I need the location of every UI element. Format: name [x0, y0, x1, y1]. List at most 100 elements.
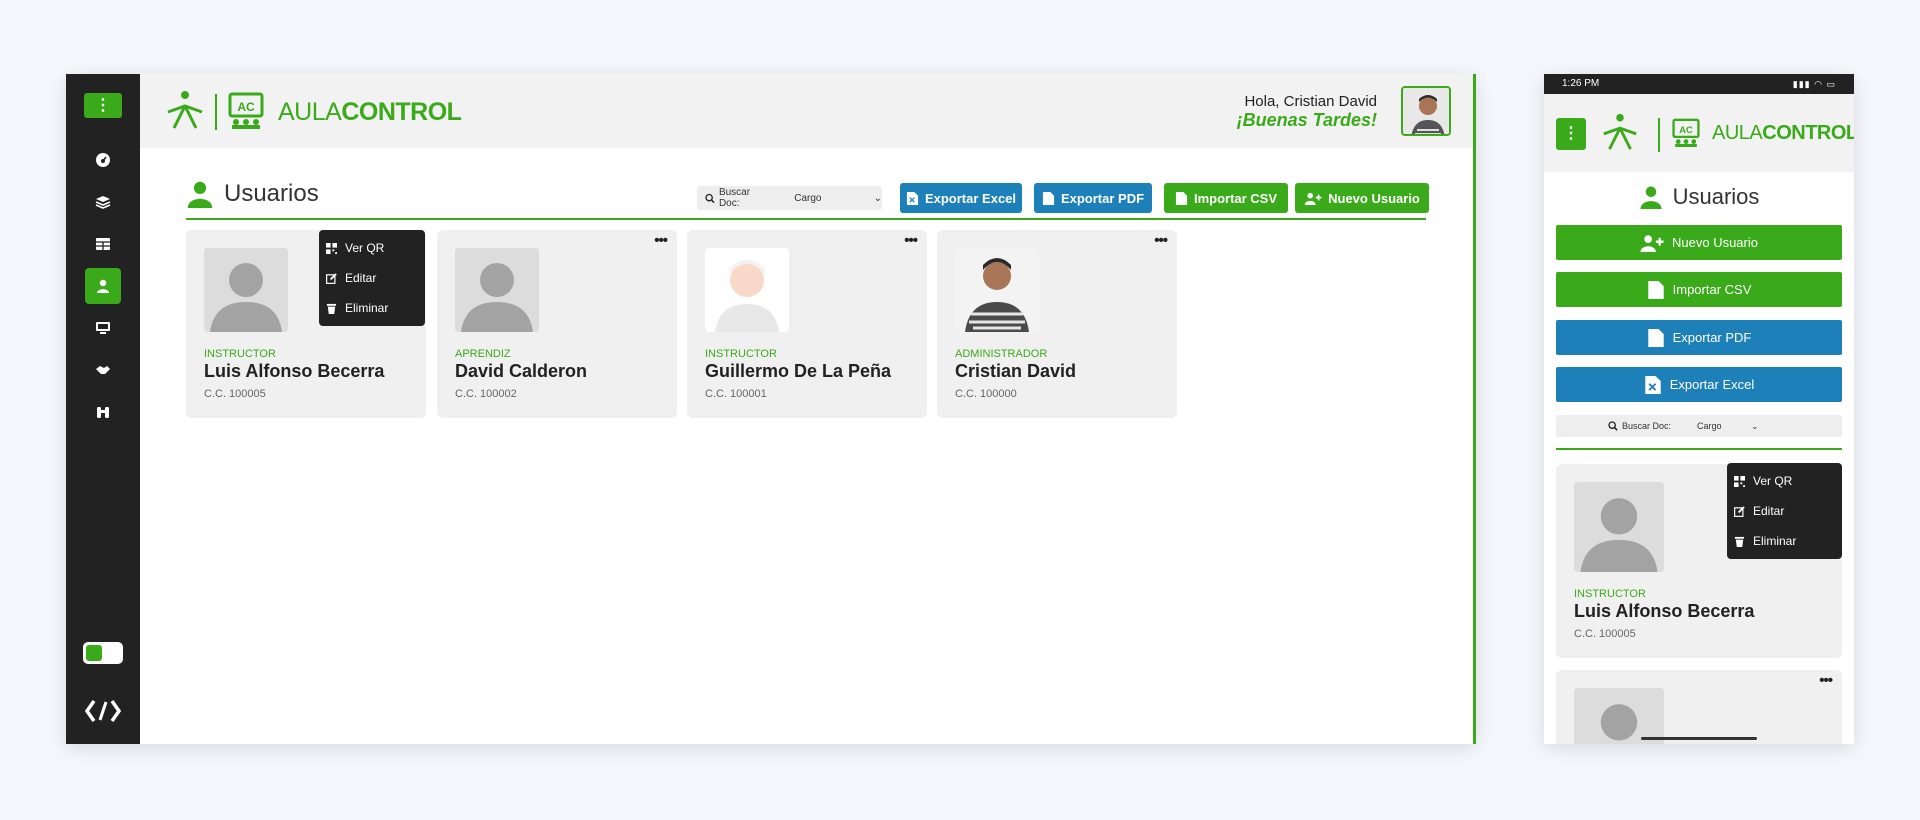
user-doc: C.C. 100005 — [204, 388, 266, 400]
mobile-window: 1:26 PM ▮▮▮ ◠ ▭ ⋮ AC AULACONTROL Usuario… — [1544, 74, 1854, 744]
page-title-text: Usuarios — [1672, 184, 1760, 209]
user-photo — [1574, 688, 1664, 744]
user-photo — [955, 248, 1039, 332]
context-menu-item-edit[interactable]: Editar — [1727, 496, 1842, 526]
new-user-button[interactable]: Nuevo Usuario — [1556, 225, 1842, 260]
more-options-icon[interactable]: ••• — [904, 232, 918, 249]
pdf-file-icon — [1042, 191, 1055, 205]
user-card[interactable]: ••• — [1556, 670, 1842, 744]
search-icon — [1608, 421, 1618, 431]
user-card[interactable]: ••• INSTRUCTOR Guillermo De La Peña C.C.… — [687, 230, 927, 418]
sidebar-item-monitor[interactable] — [85, 310, 121, 346]
default-avatar-icon — [1574, 688, 1664, 744]
user-role: APRENDIZ — [455, 348, 511, 360]
qr-icon — [326, 242, 337, 254]
sena-logo-icon — [1603, 113, 1637, 150]
user-photo — [1574, 482, 1664, 572]
edit-icon — [1734, 505, 1745, 517]
excel-file-icon — [906, 191, 919, 205]
sidebar-menu-button[interactable]: ⋮ — [84, 93, 122, 118]
sidebar-item-binoculars[interactable] — [85, 394, 121, 430]
ac-mark: AC — [1679, 125, 1693, 135]
gear-icon — [86, 645, 102, 661]
desktop-window: ⋮ AC AULACONTROL Hola, Cristian David ¡B… — [66, 74, 1476, 744]
page-title: Usuarios — [1544, 184, 1854, 210]
sidebar-item-dashboard[interactable] — [85, 142, 121, 178]
sidebar-item-users[interactable] — [85, 268, 121, 304]
user-card[interactable]: ••• ADMINISTRADOR Cristian David C.C. 10… — [937, 230, 1177, 418]
import-csv-button[interactable]: Importar CSV — [1164, 183, 1288, 213]
avatar-photo — [1403, 88, 1449, 134]
user-icon — [1640, 186, 1662, 209]
user-icon — [97, 279, 109, 293]
add-user-icon — [1640, 234, 1664, 252]
greeting: Hola, Cristian David ¡Buenas Tardes! — [1237, 93, 1377, 131]
csv-file-icon — [1175, 191, 1188, 205]
excel-file-icon — [1645, 375, 1661, 394]
export-pdf-button[interactable]: Exportar PDF — [1556, 320, 1842, 355]
page-header: Usuarios Buscar Doc: Cargo ⌄ Exportar Ex… — [186, 178, 1429, 220]
filter-select[interactable]: Cargo — [794, 193, 857, 204]
qr-icon — [1734, 475, 1745, 487]
chevron-down-icon: ⌄ — [1751, 420, 1759, 431]
context-menu-item-delete[interactable]: Eliminar — [1727, 526, 1842, 556]
page-title: Usuarios — [186, 180, 319, 208]
brand-wordmark: AULACONTROL — [278, 98, 462, 126]
layers-icon — [95, 196, 111, 209]
user-doc: C.C. 100005 — [1574, 628, 1636, 640]
logo-separator — [1658, 118, 1660, 152]
status-bar: 1:26 PM ▮▮▮ ◠ ▭ — [1544, 74, 1854, 94]
avatar[interactable] — [1401, 86, 1451, 136]
more-options-icon[interactable]: ••• — [654, 232, 668, 249]
context-menu-item-delete[interactable]: Eliminar — [319, 293, 425, 323]
user-role: ADMINISTRADOR — [955, 348, 1048, 360]
more-options-icon[interactable]: ••• — [1819, 672, 1833, 689]
export-excel-button[interactable]: Exportar Excel — [1556, 367, 1842, 402]
sidebar-item-table[interactable] — [85, 226, 121, 262]
brand-wordmark: AULACONTROL — [1712, 122, 1854, 144]
search-filter[interactable]: Buscar Doc: Cargo ⌄ — [697, 186, 882, 210]
user-role: INSTRUCTOR — [705, 348, 777, 360]
binoculars-icon — [97, 407, 109, 418]
export-excel-button[interactable]: Exportar Excel — [900, 183, 1022, 213]
user-doc: C.C. 100002 — [455, 388, 517, 400]
user-name: Guillermo De La Peña — [705, 361, 892, 381]
user-photo-image — [955, 248, 1039, 332]
context-menu: Ver QR Editar Eliminar — [319, 230, 425, 326]
sidebar-item-handshake[interactable] — [85, 352, 121, 388]
status-icons: ▮▮▮ ◠ ▭ — [1792, 79, 1836, 89]
user-name: Luis Alfonso Becerra — [204, 361, 385, 381]
user-name: Luis Alfonso Becerra — [1574, 601, 1755, 621]
trash-icon — [326, 303, 337, 314]
search-filter[interactable]: Buscar Doc: Cargo ⌄ — [1556, 415, 1842, 437]
logo-separator — [215, 94, 217, 130]
context-menu-item-edit[interactable]: Editar — [319, 263, 425, 293]
sena-logo-icon — [167, 91, 203, 129]
context-menu-item-qr[interactable]: Ver QR — [319, 233, 425, 263]
edit-icon — [326, 272, 337, 284]
add-user-icon — [1304, 192, 1322, 205]
user-name: Cristian David — [955, 361, 1077, 381]
new-user-button[interactable]: Nuevo Usuario — [1295, 183, 1429, 213]
chevron-down-icon: ⌄ — [873, 192, 882, 204]
user-icon — [187, 181, 213, 208]
more-options-icon[interactable]: ••• — [1154, 232, 1168, 249]
mobile-menu-button[interactable]: ⋮ — [1556, 118, 1586, 150]
table-icon — [96, 238, 110, 250]
user-photo — [455, 248, 539, 332]
export-pdf-button[interactable]: Exportar PDF — [1034, 183, 1152, 213]
greeting-text: Hola, Cristian David — [1244, 93, 1377, 110]
context-menu-item-qr[interactable]: Ver QR — [1727, 466, 1842, 496]
search-icon — [705, 193, 715, 203]
handshake-icon — [96, 366, 110, 374]
user-role: INSTRUCTOR — [1574, 588, 1646, 600]
dashboard-icon — [96, 153, 110, 167]
default-avatar-icon — [455, 248, 539, 332]
theme-toggle[interactable] — [83, 642, 123, 664]
user-card[interactable]: ••• APRENDIZ David Calderon C.C. 100002 — [437, 230, 677, 418]
status-time: 1:26 PM — [1562, 78, 1600, 89]
search-label: Buscar Doc: — [718, 187, 751, 209]
import-csv-button[interactable]: Importar CSV — [1556, 272, 1842, 307]
filter-select[interactable]: Cargo — [1697, 421, 1747, 431]
sidebar-item-layers[interactable] — [85, 184, 121, 220]
